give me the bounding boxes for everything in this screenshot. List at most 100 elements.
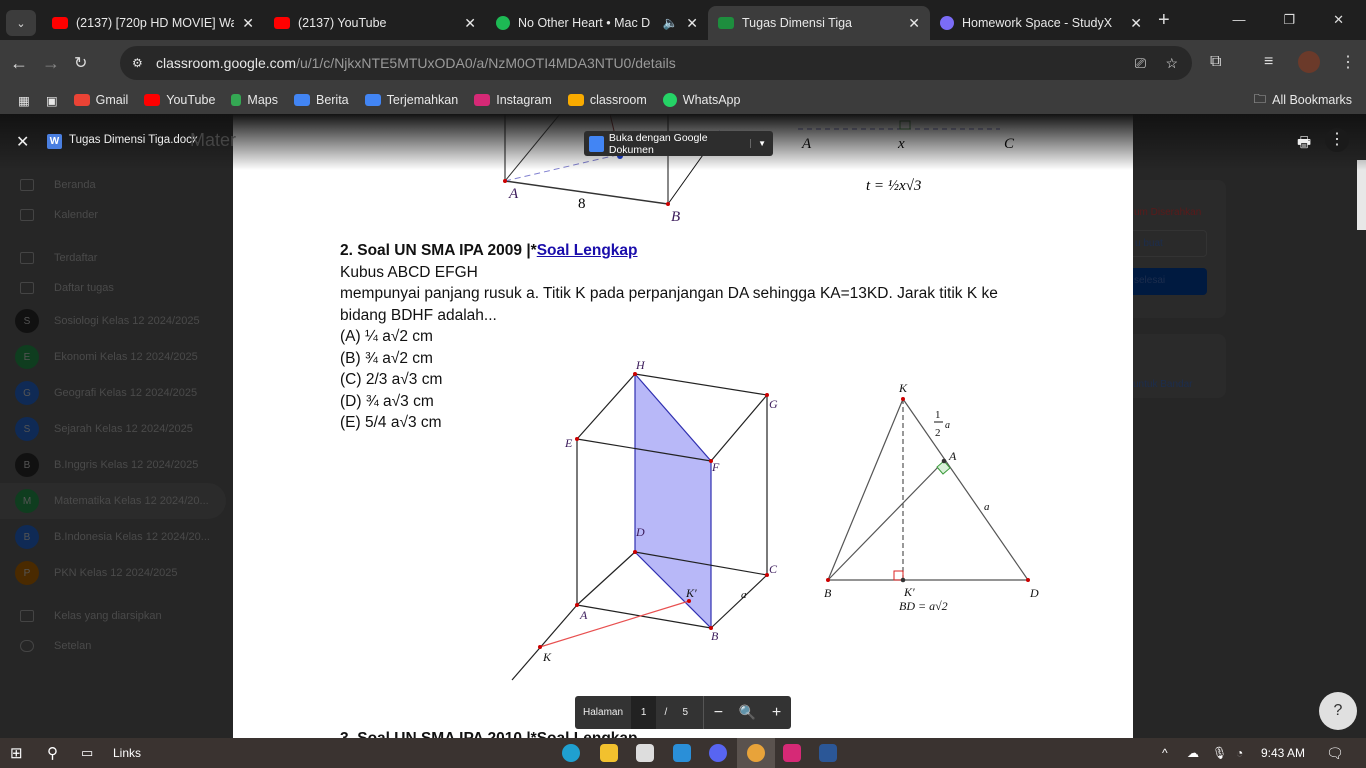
triangle-edge (827, 460, 945, 581)
sidebar-class[interactable]: M Matematika Kelas 12 2024/20... (0, 483, 226, 519)
menu-icon[interactable]: ⋮ (1340, 52, 1356, 72)
school-icon (20, 252, 34, 264)
tab-bar: ⌄ (2137) [720p HD MOVIE] Wa ✕ (2137) YouT… (0, 0, 1366, 40)
toolbar: ← → ↻ ⚙ classroom.google.com/u/1/c/NjkxN… (0, 40, 1366, 86)
bookmark-classroom[interactable]: classroom (567, 93, 647, 107)
store-icon[interactable] (636, 744, 654, 762)
forward-icon[interactable]: → (42, 53, 60, 74)
clock[interactable]: 9:43 AM (1261, 746, 1305, 760)
tab-1[interactable]: (2137) YouTube ✕ (264, 6, 486, 40)
print-icon[interactable]: 🖶 (1297, 132, 1311, 157)
extensions-icon[interactable]: ⧉ (1210, 53, 1221, 71)
avatar[interactable] (1298, 51, 1320, 73)
sidebar-item-settings[interactable]: Setelan (0, 631, 226, 661)
soal-lengkap-link[interactable]: Soal Lengkap (537, 242, 638, 259)
label-D: D (1029, 586, 1039, 600)
close-window-button[interactable]: ✕ (1333, 12, 1344, 28)
zoom-icon[interactable]: 🔍 (733, 704, 762, 721)
close-icon[interactable]: ✕ (464, 15, 476, 32)
chrome-icon[interactable] (747, 744, 765, 762)
bookmark-maps[interactable]: Maps (231, 93, 278, 107)
sidebar-item-kalender[interactable]: Kalender (0, 200, 226, 230)
close-icon[interactable]: ✕ (686, 15, 698, 32)
figure-edge (504, 180, 669, 205)
bookmark-gmail[interactable]: Gmail (73, 93, 128, 107)
option: (A) ¼ a√2 cm (340, 328, 433, 345)
todo-icon (20, 282, 34, 294)
chevron-down-icon[interactable]: ▼ (750, 139, 773, 148)
sidebar-class[interactable]: G Geografi Kelas 12 2024/2025 (0, 375, 226, 411)
label-C: C (769, 562, 778, 576)
tab-0[interactable]: (2137) [720p HD MOVIE] Wa ✕ (42, 6, 264, 40)
sidebar: Beranda Kalender Terdaftar Daftar tugas … (0, 170, 226, 661)
mail-icon[interactable] (673, 744, 691, 762)
file-explorer-icon[interactable] (600, 744, 618, 762)
help-button[interactable]: ? (1319, 692, 1357, 730)
tab-3[interactable]: Tugas Dimensi Tiga ✕ (708, 6, 930, 40)
notifications-icon[interactable]: 🗨 (1326, 745, 1344, 762)
question-text: 2. Soal UN SMA IPA 2009 |*Soal Lengkap K… (340, 240, 998, 434)
task-view-icon[interactable]: ▭ (81, 745, 93, 761)
tray-chevron-icon[interactable]: ^ (1162, 746, 1168, 760)
cube-edge (710, 574, 768, 629)
option: (B) ¾ a√2 cm (340, 349, 433, 367)
close-icon[interactable]: ✕ (242, 15, 254, 32)
bookmark-whatsapp[interactable]: WhatsApp (662, 93, 740, 107)
sidebar-class[interactable]: S Sejarah Kelas 12 2024/2025 (0, 411, 226, 447)
close-viewer-button[interactable]: ✕ (16, 132, 29, 152)
address-bar[interactable]: ⚙ classroom.google.com/u/1/c/NjkxNTE5MTU… (120, 46, 1192, 80)
restore-button[interactable]: ❐ (1283, 12, 1295, 28)
taskbar: ⊞ ⚲ ▭ Links ^ ☁ 🎙 ◔ 9:43 AM 🗨 (0, 738, 1366, 768)
reading-icon[interactable]: ▣ (46, 93, 58, 108)
minimize-button[interactable]: — (1232, 12, 1245, 28)
sidebar-class[interactable]: E Ekonomi Kelas 12 2024/2025 (0, 339, 226, 375)
bookmark-youtube[interactable]: YouTube (144, 93, 215, 107)
zoom-in-button[interactable]: + (762, 704, 791, 722)
site-info-icon[interactable]: ⚙ (132, 56, 143, 70)
apps-icon[interactable]: ▦ (18, 93, 30, 108)
figure-point (503, 179, 507, 183)
instagram-icon[interactable] (783, 744, 801, 762)
sidebar-class[interactable]: B B.Indonesia Kelas 12 2024/20... (0, 519, 226, 555)
edge-icon[interactable] (562, 744, 580, 762)
bookmark-berita[interactable]: Berita (293, 93, 349, 107)
new-tab-button[interactable]: + (1158, 9, 1170, 32)
label-A: A (948, 449, 957, 463)
tab-2[interactable]: No Other Heart • Mac D 🔈 ✕ (486, 6, 708, 40)
tab-search-button[interactable]: ⌄ (6, 10, 36, 36)
open-with-google-docs-button[interactable]: Buka dengan Google Dokumen ▼ (584, 131, 773, 156)
sidebar-item-terdaftar[interactable]: Terdaftar (0, 243, 226, 273)
bookmark-star-icon[interactable]: ☆ (1165, 55, 1178, 72)
sidebar-item-daftar-tugas[interactable]: Daftar tugas (0, 273, 226, 303)
onedrive-icon[interactable]: ☁ (1187, 746, 1199, 760)
tab-4[interactable]: Homework Space - StudyX ✕ (930, 6, 1152, 40)
label-B: B (671, 209, 680, 225)
install-icon[interactable]: ⎚ (1135, 55, 1146, 72)
windows-start-icon[interactable]: ⊞ (10, 744, 23, 762)
option: (E) 5/4 a√3 cm (340, 414, 442, 431)
bookmark-terjemahkan[interactable]: Terjemahkan (364, 93, 458, 107)
wifi-icon[interactable]: ◔ (1236, 746, 1243, 760)
label-B: B (824, 586, 832, 600)
scrollbar[interactable] (1357, 160, 1366, 230)
speaker-icon[interactable]: 🔈 (663, 16, 679, 31)
search-icon[interactable]: ⚲ (47, 744, 58, 762)
zoom-out-button[interactable]: − (704, 704, 733, 722)
close-icon[interactable]: ✕ (1130, 15, 1142, 32)
microphone-icon[interactable]: 🎙 (1212, 746, 1227, 760)
close-icon[interactable]: ✕ (908, 15, 920, 32)
word-icon[interactable] (819, 744, 837, 762)
sidebar-item-beranda[interactable]: Beranda (0, 170, 226, 200)
sidebar-class[interactable]: B B.Inggris Kelas 12 2024/2025 (0, 447, 226, 483)
bookmark-instagram[interactable]: Instagram (474, 93, 552, 107)
media-icon[interactable]: ≡ (1264, 53, 1273, 71)
more-options-icon[interactable]: ⋮ (1325, 128, 1349, 152)
reload-icon[interactable]: ↻ (74, 53, 87, 73)
page-input[interactable]: 1 (631, 696, 657, 729)
back-icon[interactable]: ← (10, 53, 28, 74)
discord-icon[interactable] (709, 744, 727, 762)
sidebar-class[interactable]: P PKN Kelas 12 2024/2025 (0, 555, 226, 591)
sidebar-class[interactable]: S Sosiologi Kelas 12 2024/2025 (0, 303, 226, 339)
all-bookmarks[interactable]: 🗀 All Bookmarks (1254, 90, 1352, 111)
sidebar-item-archived[interactable]: Kelas yang diarsipkan (0, 601, 226, 631)
